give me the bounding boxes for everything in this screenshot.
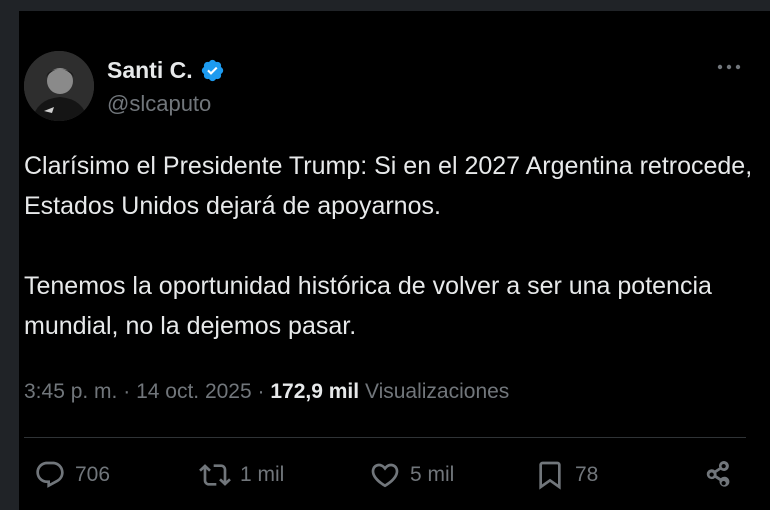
views-count[interactable]: 172,9 mil [270,380,359,403]
repost-button[interactable]: 1 mil [199,459,284,491]
avatar-photo [24,51,94,121]
author-name-row: Santi C. [107,57,225,84]
views-label[interactable]: Visualizaciones [365,380,509,403]
reply-button[interactable]: 706 [34,459,110,491]
like-button[interactable]: 5 mil [369,459,454,491]
action-bar: 706 1 mil 5 mil 78 [19,459,770,503]
bookmark-icon [539,461,561,490]
meta-separator: · [123,380,131,403]
tweet-time[interactable]: 3:45 p. m. [24,380,117,403]
repost-icon [199,464,231,486]
tweet-paragraph-1: Clarísimo el Presidente Trump: Si en el … [24,152,753,220]
like-count: 5 mil [410,463,455,486]
tweet-date[interactable]: 14 oct. 2025 [136,380,252,403]
reply-count: 706 [75,463,111,486]
avatar[interactable] [24,51,94,121]
tweet-paragraph-2: Tenemos la oportunidad histórica de volv… [24,272,712,340]
window-top-bar [0,0,770,11]
divider [24,437,746,438]
reply-icon [36,461,64,488]
display-name[interactable]: Santi C. [107,57,193,84]
meta-separator: · [257,380,265,403]
bookmark-count: 78 [575,463,599,486]
tweet-text: Clarísimo el Presidente Trump: Si en el … [24,146,754,346]
heart-icon [371,463,399,488]
more-options-icon[interactable] [714,55,744,79]
share-button[interactable] [701,459,735,493]
share-icon [706,461,730,487]
window-left-bar [0,0,19,510]
bookmark-button[interactable]: 78 [534,459,598,491]
verified-badge-icon[interactable] [200,58,225,83]
repost-count: 1 mil [240,463,285,486]
tweet-card: Santi C. @slcaputo Clarísimo el Presiden… [19,11,770,510]
user-handle[interactable]: @slcaputo [107,91,211,117]
tweet-meta: 3:45 p. m. · 14 oct. 2025 · 172,9 mil Vi… [24,380,509,404]
